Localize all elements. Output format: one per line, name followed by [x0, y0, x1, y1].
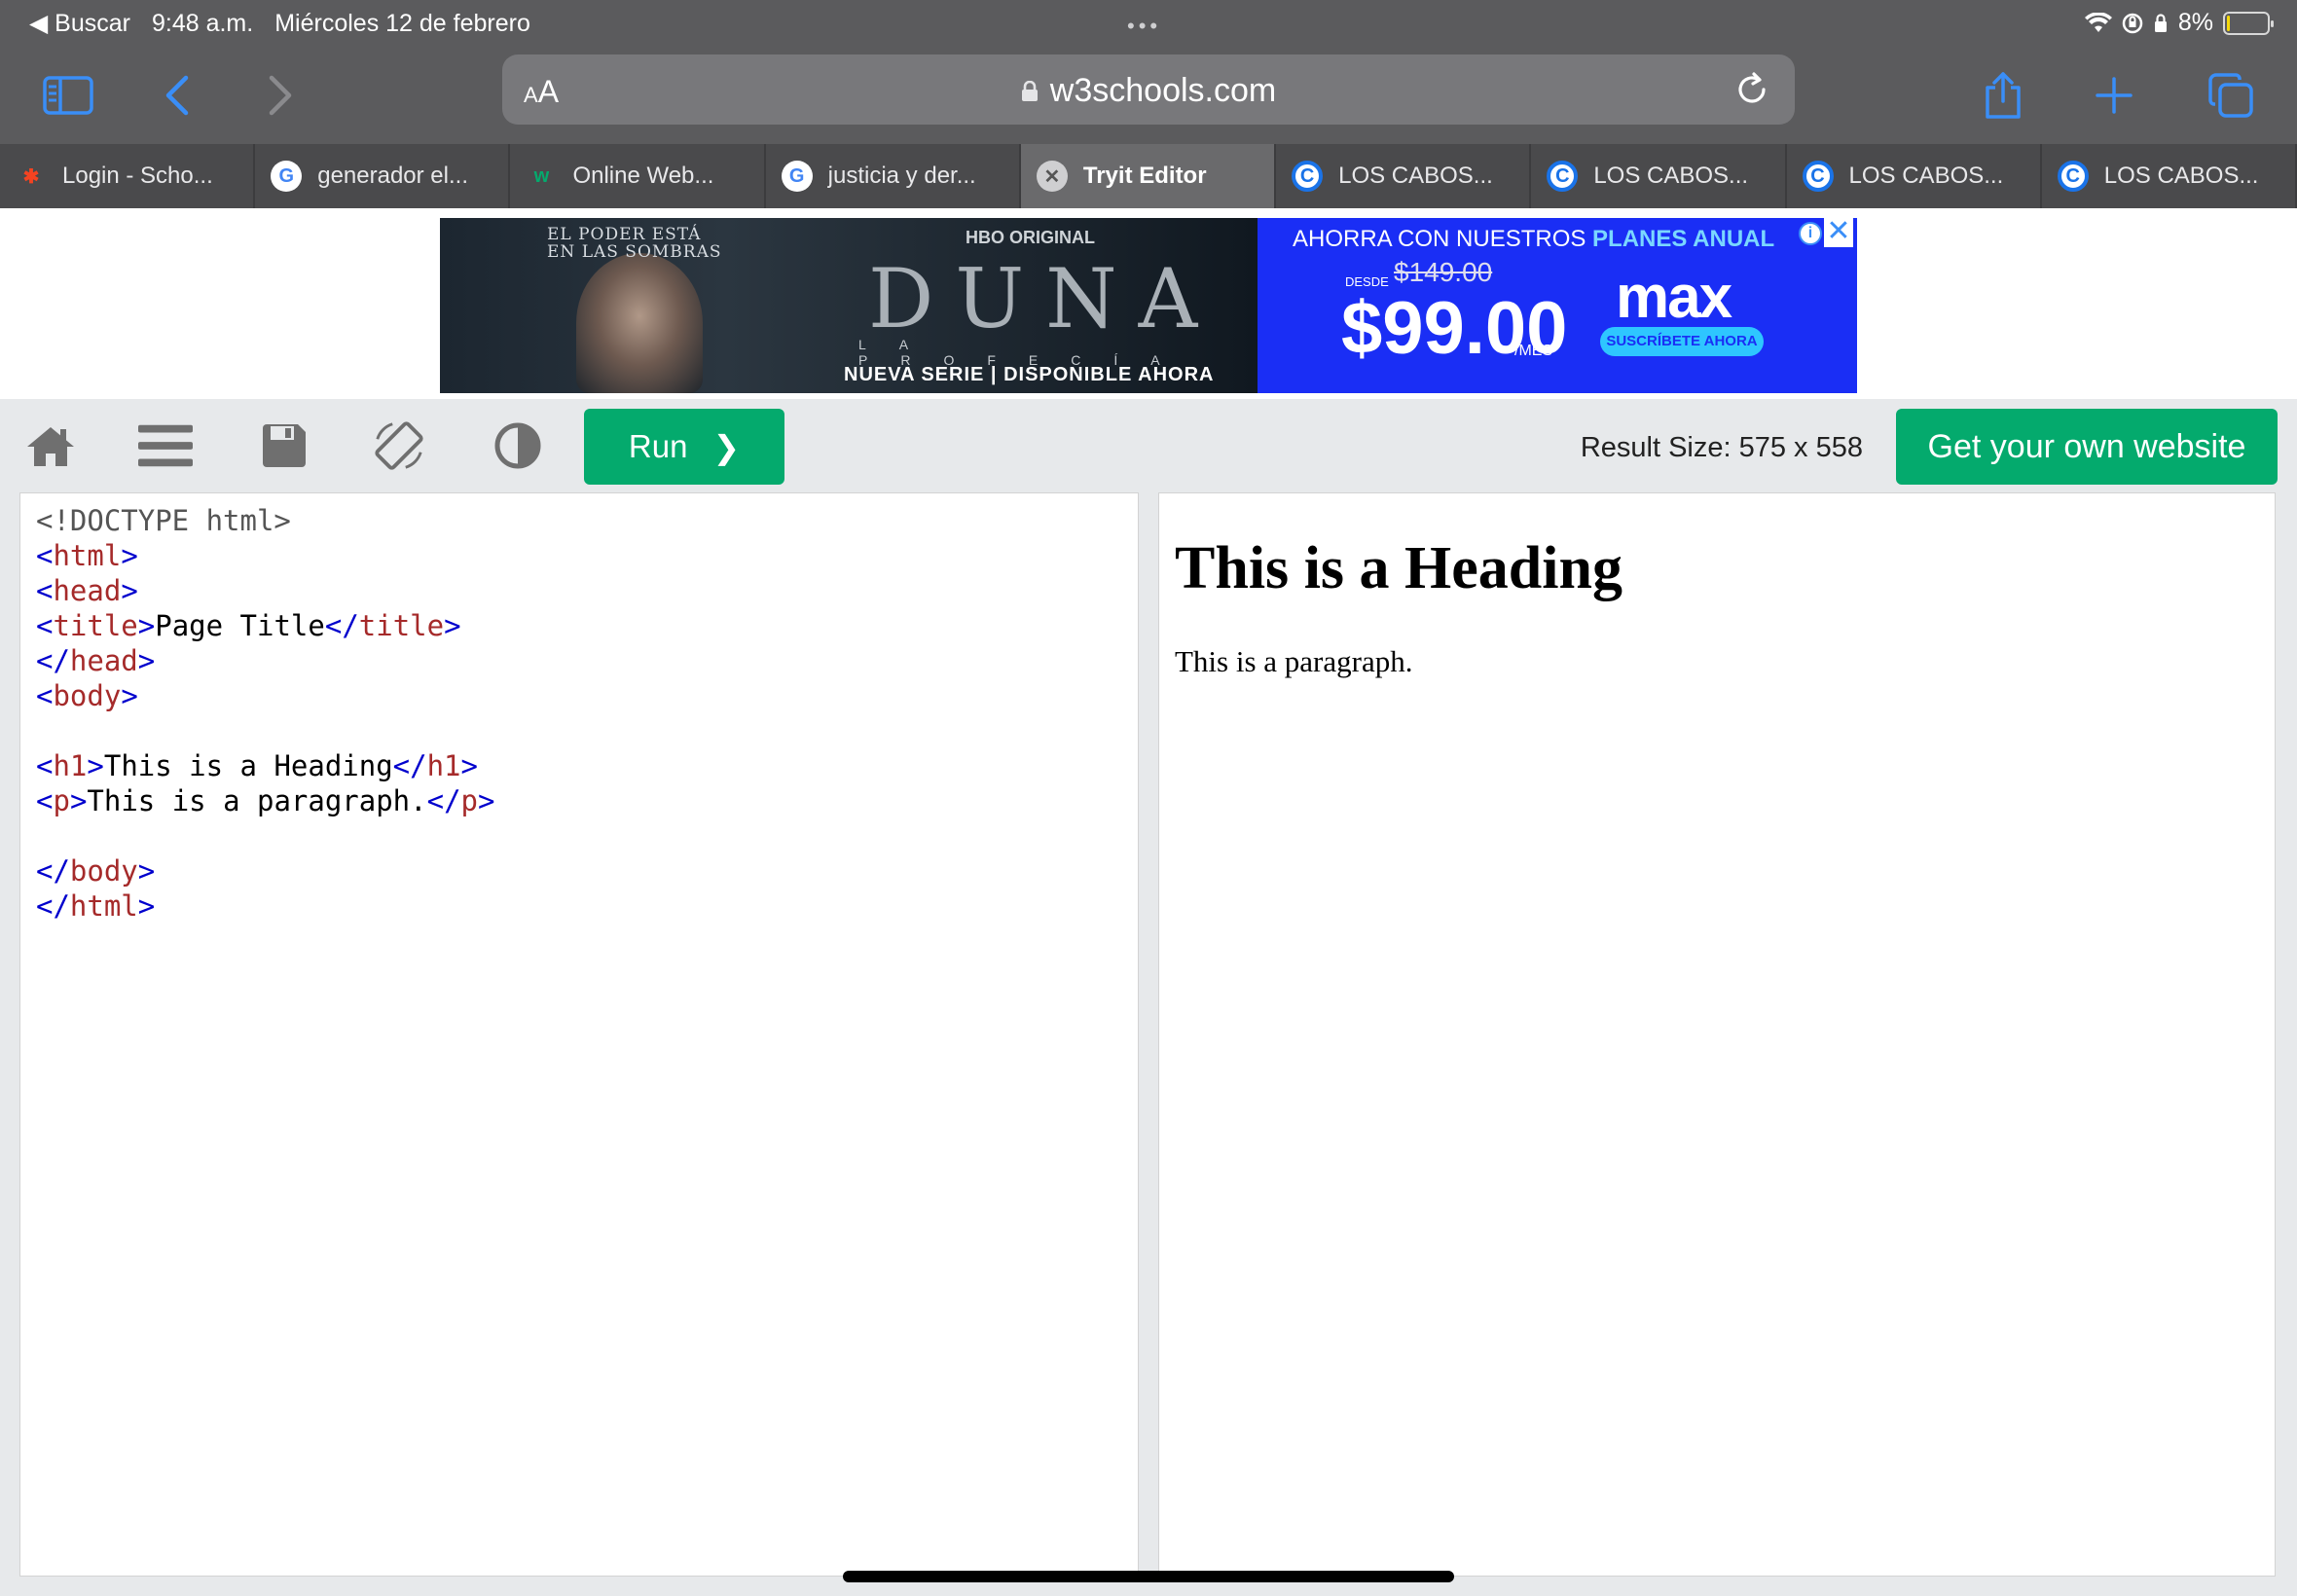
sidebar-icon[interactable] [37, 64, 99, 127]
tab-label: generador el... [317, 163, 468, 189]
status-time: 9:48 a.m. [151, 9, 254, 37]
ad-promo-highlight: PLANES ANUAL [1592, 226, 1775, 252]
run-button[interactable]: Run ❯ [584, 409, 784, 485]
tab-5[interactable]: ✕ Tryit Editor [1020, 144, 1277, 208]
tab-6[interactable]: C LOS CABOS... [1276, 144, 1532, 208]
multitasking-dots[interactable]: ••• [1127, 14, 1161, 39]
google-icon: G [781, 161, 813, 192]
tab-4[interactable]: Gjusticia y der... [766, 144, 1021, 208]
code-editor[interactable]: <!DOCTYPE html> <html> <head> <title>Page T… [19, 492, 1139, 1577]
result-paragraph: This is a paragraph. [1175, 644, 1413, 678]
tabs-overview-icon[interactable] [2200, 64, 2262, 127]
ad-portrait [576, 253, 703, 393]
rotate-icon[interactable] [372, 418, 426, 473]
ad-offer-panel: AHORRA CON NUESTROS PLANES ANUAL DESDE $… [1258, 217, 1857, 393]
code-line[interactable]: <h1>This is a Heading</h1> [36, 748, 1122, 783]
save-icon[interactable] [257, 418, 311, 473]
c-icon: C [1547, 161, 1579, 192]
ad-tagline: EL PODER ESTÁ EN LAS SOMBRAS [547, 226, 722, 261]
c-icon: C [1292, 161, 1324, 192]
tab-label: LOS CABOS... [1593, 163, 1749, 189]
tab-label: LOS CABOS... [1338, 163, 1493, 189]
home-indicator[interactable] [843, 1571, 1454, 1582]
ad-show-panel: EL PODER ESTÁ EN LAS SOMBRAS HBO ORIGINAL… [440, 218, 1258, 393]
chevron-right-icon: ❯ [712, 428, 741, 465]
code-line[interactable]: <html> [36, 538, 1122, 573]
result-frame: This is a Heading This is a paragraph. [1158, 492, 2276, 1577]
tab-label: LOS CABOS... [1848, 163, 2004, 189]
forward-arrow-icon[interactable] [249, 64, 311, 127]
lock-icon [1021, 81, 1038, 101]
google-icon: G [271, 161, 303, 192]
code-line[interactable]: </head> [36, 643, 1122, 678]
battery-icon [2223, 11, 2274, 35]
c-icon: C [1802, 161, 1834, 192]
ad-tagline-2: EN LAS SOMBRAS [547, 242, 722, 262]
back-app-label: Buscar [55, 10, 130, 37]
code-line[interactable]: </html> [36, 889, 1122, 924]
tab-9[interactable]: C LOS CABOS... [2042, 144, 2297, 208]
get-website-button[interactable]: Get your own website [1896, 409, 2278, 485]
tab-bar: ✱ Login - Scho... Ggenerador el... w Online … [0, 144, 2297, 208]
tab-8[interactable]: C LOS CABOS... [1787, 144, 2042, 208]
editor-toolbar: Run ❯ Result Size: 575 x 558 Get your ow… [0, 399, 2297, 492]
home-icon[interactable] [23, 418, 78, 473]
code-line[interactable] [36, 713, 1122, 748]
code-line[interactable] [36, 818, 1122, 853]
ad-promo-prefix: AHORRA CON NUESTROS [1293, 226, 1586, 252]
reload-icon[interactable] [1732, 70, 1771, 109]
rotation-lock-icon [2122, 13, 2143, 33]
code-line[interactable]: <!DOCTYPE html> [36, 503, 1122, 538]
code-line[interactable]: <title>Page Title</title> [36, 608, 1122, 643]
new-tab-icon[interactable] [2083, 64, 2145, 127]
close-icon[interactable]: ✕ [1036, 161, 1068, 192]
tab-7[interactable]: C LOS CABOS... [1531, 144, 1787, 208]
wifi-icon [2084, 12, 2112, 32]
battery-percent: 8% [2177, 9, 2213, 36]
back-to-app[interactable]: ◀ Buscar [29, 9, 130, 38]
tab-label: Online Web... [572, 163, 714, 189]
theme-toggle-icon[interactable] [491, 418, 545, 473]
code-line[interactable]: <head> [36, 573, 1122, 608]
lock-status-icon [2154, 13, 2167, 32]
tab-label: LOS CABOS... [2103, 163, 2259, 189]
tab-label: Login - Scho... [62, 163, 213, 189]
ad-promo-text: AHORRA CON NUESTROS PLANES ANUAL [1293, 226, 1774, 253]
share-icon[interactable] [1972, 64, 2034, 127]
code-line[interactable]: </body> [36, 853, 1122, 889]
joomla-icon: ✱ [22, 165, 40, 188]
ad-tagline-1: EL PODER ESTÁ [547, 225, 702, 244]
tab-2[interactable]: Ggenerador el... [255, 144, 511, 208]
c-icon: C [2057, 161, 2089, 192]
tab-label: Tryit Editor [1082, 163, 1207, 189]
w3schools-icon: w [533, 164, 550, 187]
status-date: Miércoles 12 de febrero [274, 9, 530, 37]
ad-per-month: /MES [1514, 343, 1553, 359]
run-label: Run [628, 428, 688, 464]
tab-label: justicia y der... [827, 163, 976, 189]
code-line[interactable]: <p>This is a paragraph.</p> [36, 783, 1122, 818]
advertisement-banner[interactable]: EL PODER ESTÁ EN LAS SOMBRAS HBO ORIGINAL… [440, 217, 1857, 393]
status-bar: ◀ Buscar 9:48 a.m. Miércoles 12 de febre… [0, 0, 2297, 47]
tab-1[interactable]: ✱ Login - Scho... [0, 144, 256, 208]
result-size-label: Result Size: 575 x 558 [1580, 432, 1863, 463]
ad-old-price: $149.00 [1394, 257, 1493, 287]
ad-subscribe-button[interactable]: SUSCRÍBETE AHORA [1600, 327, 1764, 356]
ad-show-title: DUNA [868, 251, 1220, 346]
menu-icon[interactable] [138, 418, 193, 473]
ad-close-icon[interactable]: ✕ [1824, 217, 1853, 247]
address-bar[interactable]: AA w3schools.com [502, 54, 1795, 125]
ad-brand-logo: max [1616, 264, 1732, 331]
back-arrow-icon[interactable] [146, 64, 208, 127]
browser-toolbar: AA w3schools.com [0, 47, 2297, 144]
url-text: w3schools.com [1049, 72, 1277, 109]
ad-hbo-label: HBO ORIGINAL [966, 228, 1095, 247]
ad-availability: NUEVA SERIE | DISPONIBLE AHORA [844, 364, 1215, 385]
tab-3[interactable]: w Online Web... [510, 144, 766, 208]
ad-info-icon[interactable]: i [1799, 222, 1822, 245]
result-heading: This is a Heading [1175, 535, 1622, 601]
ad-area: EL PODER ESTÁ EN LAS SOMBRAS HBO ORIGINAL… [0, 208, 2297, 399]
code-line[interactable]: <body> [36, 678, 1122, 713]
